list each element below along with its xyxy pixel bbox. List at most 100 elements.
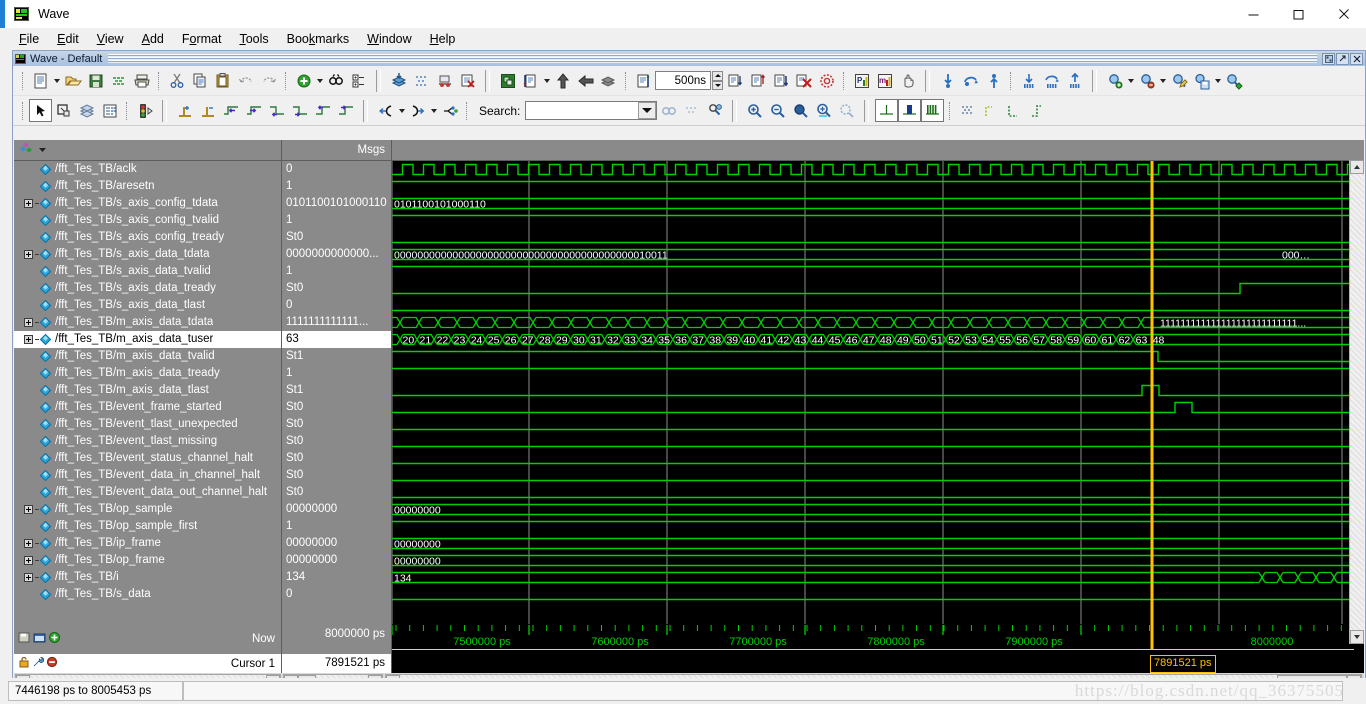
wave-style2-icon[interactable] [1002,99,1025,122]
search-dropdown-button[interactable] [638,102,657,119]
cursor-remove-icon[interactable] [46,656,58,671]
wave-add-icon[interactable] [48,631,61,647]
stop-light-icon[interactable] [133,99,156,122]
hand-icon[interactable] [896,69,919,92]
signal-row[interactable]: /fft_Tes_TB/m_axis_data_tready [14,365,281,382]
zoom-cursor-icon[interactable] [812,99,835,122]
wave-cursor-icon[interactable] [433,69,456,92]
step-out-icon[interactable] [769,69,792,92]
wave-style1-icon[interactable] [979,99,1002,122]
search-next-dropdown-caret[interactable] [429,99,438,122]
new-file-icon[interactable] [29,69,52,92]
reload-icon[interactable] [107,69,130,92]
signal-row[interactable]: /fft_Tes_TB/op_sample_first [14,518,281,535]
signal-row[interactable]: /fft_Tes_TB/s_axis_config_tvalid [14,212,281,229]
pointer-icon[interactable] [29,99,52,122]
run-back-icon[interactable] [574,69,597,92]
undo-icon[interactable] [234,69,257,92]
lock-icon[interactable] [18,656,30,671]
signal-row[interactable]: /fft_Tes_TB/m_axis_data_tdata [14,314,281,331]
wave-scroll-up-button[interactable] [1350,160,1364,174]
menu-item-format[interactable]: Format [173,30,231,48]
search-find-next-icon[interactable] [680,99,703,122]
menu-item-help[interactable]: Help [421,30,465,48]
signal-row[interactable]: /fft_Tes_TB/s_axis_data_tlast [14,297,281,314]
search-config-icon[interactable] [438,99,461,122]
print-icon[interactable] [130,69,153,92]
next-falling-icon[interactable] [288,99,311,122]
signal-row[interactable]: /fft_Tes_TB/m_axis_data_tuser [14,331,281,348]
zoom-add-dropdown-caret[interactable] [1126,69,1135,92]
add-icon[interactable] [292,69,315,92]
signal-values-pane[interactable]: 0 1 0101100101000110 1 St0 0000000000000... 1 S… [282,161,392,624]
open-folder-icon[interactable] [61,69,84,92]
mdi-maximize-button[interactable] [1336,52,1349,65]
wave-vscroll-track[interactable] [1350,174,1364,630]
search-input-wrapper[interactable] [525,101,658,120]
step-into-icon[interactable] [723,69,746,92]
cursor-left[interactable]: Cursor 1 [14,654,282,673]
wave-vscrollbar[interactable] [1349,160,1364,644]
signal-row[interactable]: /fft_Tes_TB/op_frame [14,552,281,569]
signal-row[interactable]: /fft_Tes_TB/aresetn [14,178,281,195]
wave-delete-icon[interactable] [456,69,479,92]
menu-item-bookmarks[interactable]: Bookmarks [278,30,359,48]
save-icon[interactable] [84,69,107,92]
break-icon[interactable] [792,69,815,92]
signal-row[interactable]: /fft_Tes_TB/event_data_out_channel_halt [14,484,281,501]
cursor-delete-icon[interactable] [196,99,219,122]
signal-row[interactable]: /fft_Tes_TB/m_axis_data_tvalid [14,348,281,365]
run-up-icon[interactable] [551,69,574,92]
simulate-icon[interactable] [496,69,519,92]
zoom-remove-dropdown-caret[interactable] [1158,69,1167,92]
search-next-icon[interactable] [406,99,429,122]
waveform-icon[interactable] [75,99,98,122]
redo-icon[interactable] [257,69,280,92]
bookmark-prev-icon[interactable] [1040,69,1063,92]
signal-row[interactable]: /fft_Tes_TB/event_tlast_missing [14,433,281,450]
wave-insert-icon[interactable] [387,69,410,92]
wave-window-icon[interactable] [33,631,46,647]
run-length-input[interactable]: 500ns [655,71,711,90]
timeline-ruler[interactable]: 7500000 ps 7600000 ps 7700000 ps 7800000 ps… [392,624,1364,654]
expand-toggle-icon[interactable] [24,250,33,259]
zoom-add-icon[interactable] [1103,69,1126,92]
cut-icon[interactable] [165,69,188,92]
mdi-undock-button[interactable] [1322,52,1335,65]
expand-toggle-icon[interactable] [24,318,33,327]
run-length-spinner[interactable] [712,71,723,90]
add-dropdown-caret[interactable] [315,69,324,92]
signal-row[interactable]: /fft_Tes_TB/ip_frame [14,535,281,552]
next-transition-icon[interactable] [242,99,265,122]
profile-icon[interactable]: P [850,69,873,92]
expand-toggle-icon[interactable] [24,556,33,565]
prev-falling-icon[interactable] [265,99,288,122]
expand-toggle-icon[interactable] [24,335,33,344]
signal-row[interactable]: /fft_Tes_TB/s_axis_config_tdata [14,195,281,212]
mdi-close-button[interactable] [1350,52,1363,65]
menu-item-edit[interactable]: Edit [48,30,88,48]
cursor-add-icon[interactable] [173,99,196,122]
signal-group-caret[interactable] [38,143,47,157]
cursor-marker-area[interactable]: 7891521 ps [392,654,1364,673]
step-over-icon[interactable] [746,69,769,92]
expand-toggle-icon[interactable] [24,573,33,582]
zoom-remove-icon[interactable] [1135,69,1158,92]
restart-icon[interactable] [632,69,655,92]
signal-row[interactable]: /fft_Tes_TB/aclk [14,161,281,178]
insert-cursor-icon[interactable] [936,69,959,92]
copy-icon[interactable] [188,69,211,92]
signal-row[interactable]: /fft_Tes_TB/op_sample [14,501,281,518]
wave-style3-icon[interactable] [1025,99,1048,122]
menu-item-file[interactable]: File [10,30,48,48]
run-all-icon[interactable] [597,69,620,92]
zoom-select-icon[interactable] [52,99,75,122]
compile-icon[interactable] [815,69,838,92]
paste-icon[interactable] [211,69,234,92]
zoom-out-icon[interactable] [766,99,789,122]
signal-group-icon[interactable] [19,142,34,159]
bookmark-next-icon[interactable] [1063,69,1086,92]
expand-tree-icon[interactable] [347,69,370,92]
wave-scroll-down-button[interactable] [1350,630,1364,644]
close-button[interactable] [1321,0,1366,28]
